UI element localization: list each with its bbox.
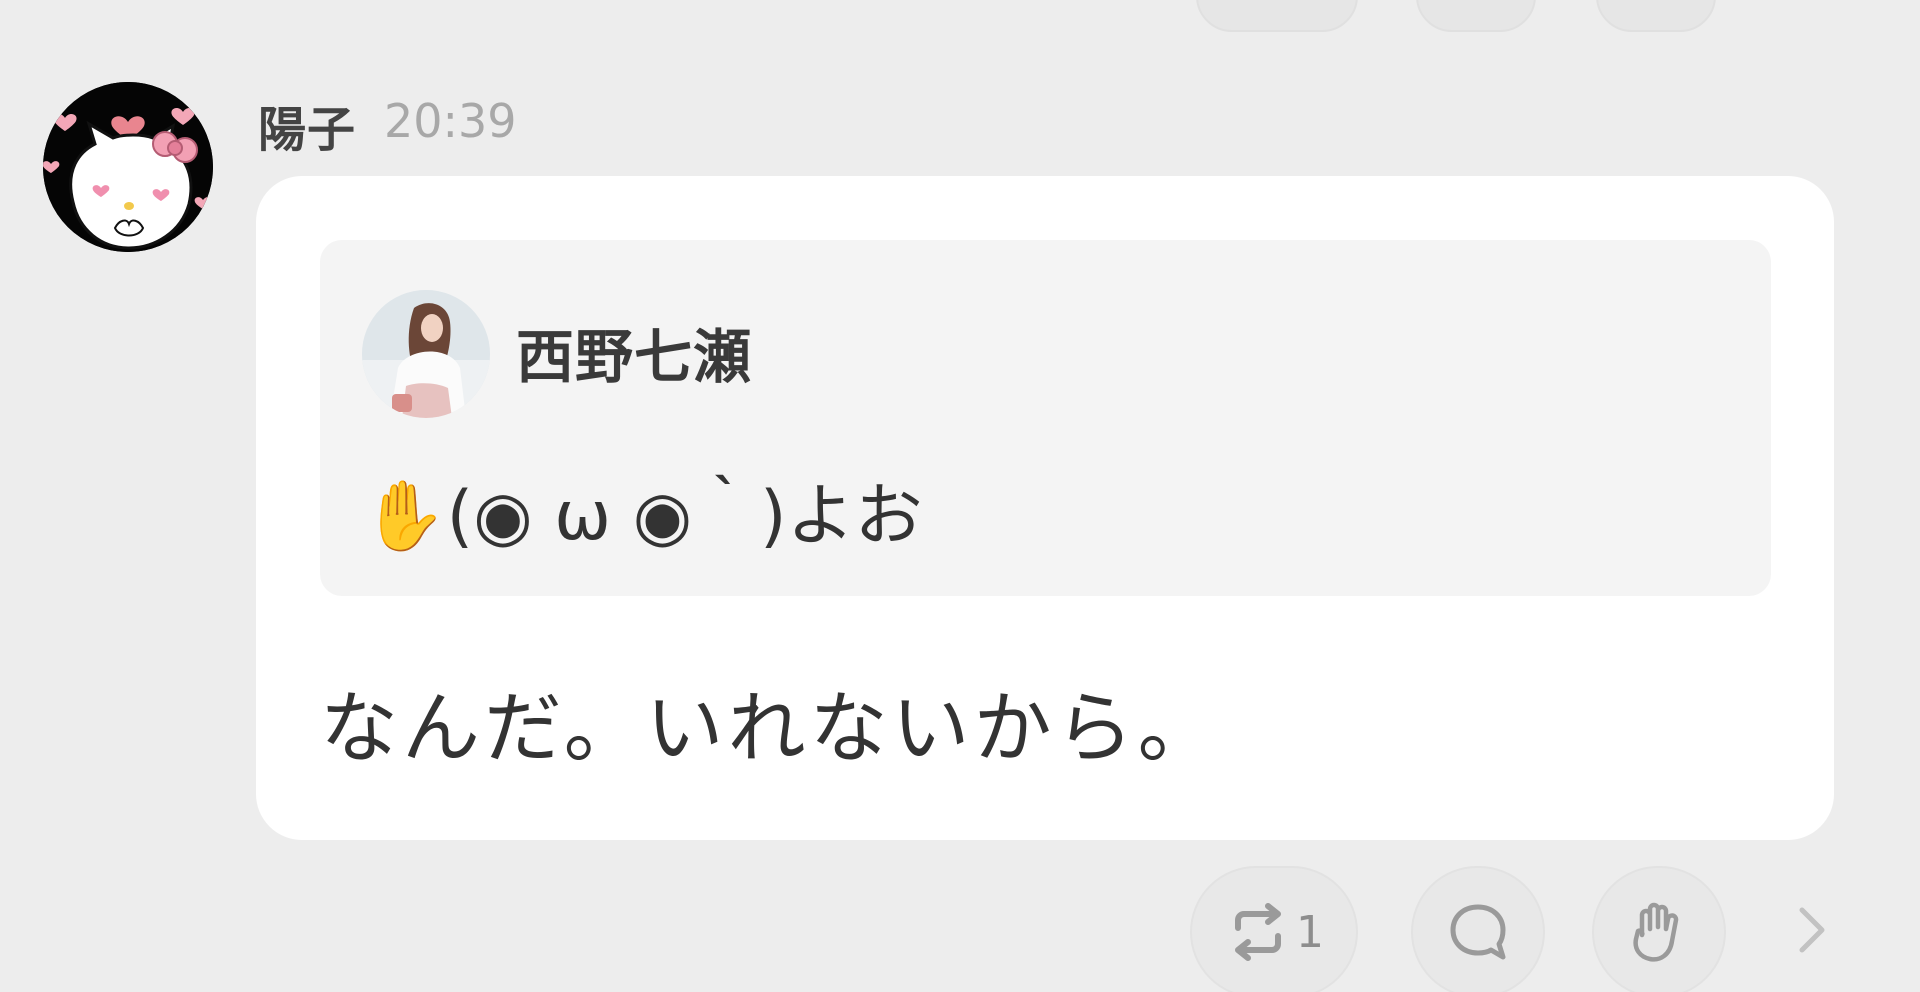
repost-icon	[1235, 903, 1281, 961]
message-text: なんだ。いれないから。	[320, 684, 1220, 774]
profile-photo-icon	[362, 290, 490, 418]
repost-count: 1	[1296, 906, 1324, 958]
previous-reply-button[interactable]	[1416, 0, 1536, 32]
quoted-author-name[interactable]: 西野七瀬	[516, 310, 752, 394]
quoted-author-avatar[interactable]	[362, 290, 490, 418]
author-name[interactable]: 陽子	[258, 90, 356, 160]
hello-kitty-avatar-icon	[43, 82, 213, 252]
previous-clap-button[interactable]	[1596, 0, 1716, 32]
previous-post-actions	[0, 0, 1920, 32]
quoted-post-text: ✋(◉ ω ◉｀)よお	[362, 477, 923, 556]
chevron-right-icon[interactable]	[1792, 900, 1832, 960]
message-bubble[interactable]: 西野七瀬 ✋(◉ ω ◉｀)よお なんだ。いれないから。	[256, 176, 1834, 840]
previous-repost-button[interactable]	[1196, 0, 1358, 32]
repost-button[interactable]: 1	[1190, 866, 1358, 992]
reply-button[interactable]	[1411, 866, 1545, 992]
speech-bubble-icon	[1450, 904, 1506, 960]
author-avatar[interactable]	[43, 82, 213, 252]
clap-button[interactable]	[1592, 866, 1726, 992]
quoted-post[interactable]: 西野七瀬 ✋(◉ ω ◉｀)よお	[320, 240, 1771, 596]
timeline: 陽子 20:39 西野七瀬 ✋(◉ ω ◉｀)よお なんだ。いれないから。 1	[0, 0, 1920, 992]
clap-icon	[1633, 902, 1679, 962]
post-timestamp: 20:39	[384, 94, 517, 148]
